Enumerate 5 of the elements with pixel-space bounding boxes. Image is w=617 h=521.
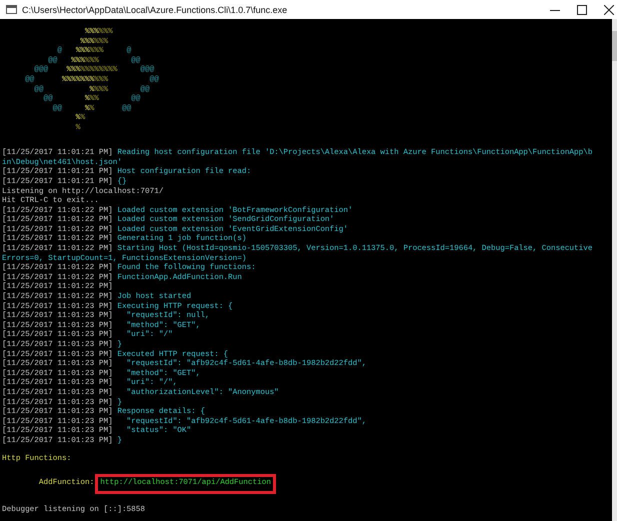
maximize-icon[interactable] [577, 4, 587, 14]
scrollbar[interactable] [612, 19, 617, 521]
console-icon [6, 5, 17, 14]
window-title: C:\Users\Hector\AppData\Local\Azure.Functions.Cli\1.0.7\func.exe [22, 4, 288, 14]
close-icon[interactable] [604, 4, 614, 14]
